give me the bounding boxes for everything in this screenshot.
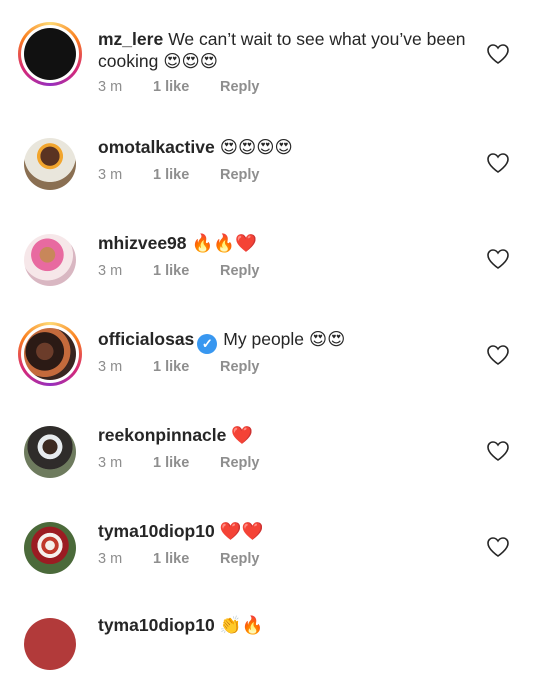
comment-time: 3 m <box>98 79 123 95</box>
comment-emoji: 😍😍 <box>308 330 346 350</box>
reply-button[interactable]: Reply <box>220 79 260 95</box>
comment-emoji: 👏🔥 <box>219 616 264 636</box>
comment-time: 3 m <box>98 551 123 567</box>
comment-likes[interactable]: 1 like <box>153 263 220 279</box>
comment-emoji: ❤️❤️ <box>219 522 264 542</box>
comment-likes[interactable]: 1 like <box>153 79 220 95</box>
comment-username[interactable]: omotalkactive <box>98 137 215 157</box>
comment-username[interactable]: tyma10diop10 <box>98 615 215 635</box>
reply-button[interactable]: Reply <box>220 263 260 279</box>
avatar[interactable] <box>18 516 82 580</box>
comment-time: 3 m <box>98 359 123 375</box>
comment-emoji: 🔥🔥❤️ <box>191 234 257 254</box>
heart-outline-icon[interactable] <box>486 43 510 65</box>
comment-username[interactable]: mhizvee98 <box>98 233 187 253</box>
reply-button[interactable]: Reply <box>220 455 260 471</box>
verified-badge-icon: ✓ <box>197 334 218 354</box>
comment-likes[interactable]: 1 like <box>153 455 220 471</box>
comment-likes[interactable]: 1 like <box>153 167 220 183</box>
avatar[interactable] <box>18 22 82 86</box>
reply-button[interactable]: Reply <box>220 551 260 567</box>
comment-username[interactable]: tyma10diop10 <box>98 521 215 541</box>
comment-username[interactable]: officialosas <box>98 329 194 349</box>
reply-button[interactable]: Reply <box>220 167 260 183</box>
comment-emoji: ❤️ <box>231 426 254 446</box>
comment-emoji: 😍😍😍😍 <box>219 138 293 158</box>
avatar[interactable] <box>18 228 82 292</box>
comment-username[interactable]: reekonpinnacle <box>98 425 226 445</box>
comment-likes[interactable]: 1 like <box>153 359 220 375</box>
heart-outline-icon[interactable] <box>486 248 510 270</box>
comment-time: 3 m <box>98 167 123 183</box>
heart-outline-icon[interactable] <box>486 152 510 174</box>
avatar[interactable] <box>18 612 82 676</box>
comment-likes[interactable]: 1 like <box>153 551 220 567</box>
heart-outline-icon[interactable] <box>486 440 510 462</box>
comment-emoji: 😍😍😍 <box>163 52 218 72</box>
comment-text: My people <box>223 329 305 349</box>
comment-time: 3 m <box>98 263 123 279</box>
heart-outline-icon[interactable] <box>486 536 510 558</box>
avatar[interactable] <box>18 322 82 386</box>
avatar[interactable] <box>18 420 82 484</box>
avatar[interactable] <box>18 132 82 196</box>
heart-outline-icon[interactable] <box>486 344 510 366</box>
comment-username[interactable]: mz_lere <box>98 29 163 49</box>
reply-button[interactable]: Reply <box>220 359 260 375</box>
comment-time: 3 m <box>98 455 123 471</box>
